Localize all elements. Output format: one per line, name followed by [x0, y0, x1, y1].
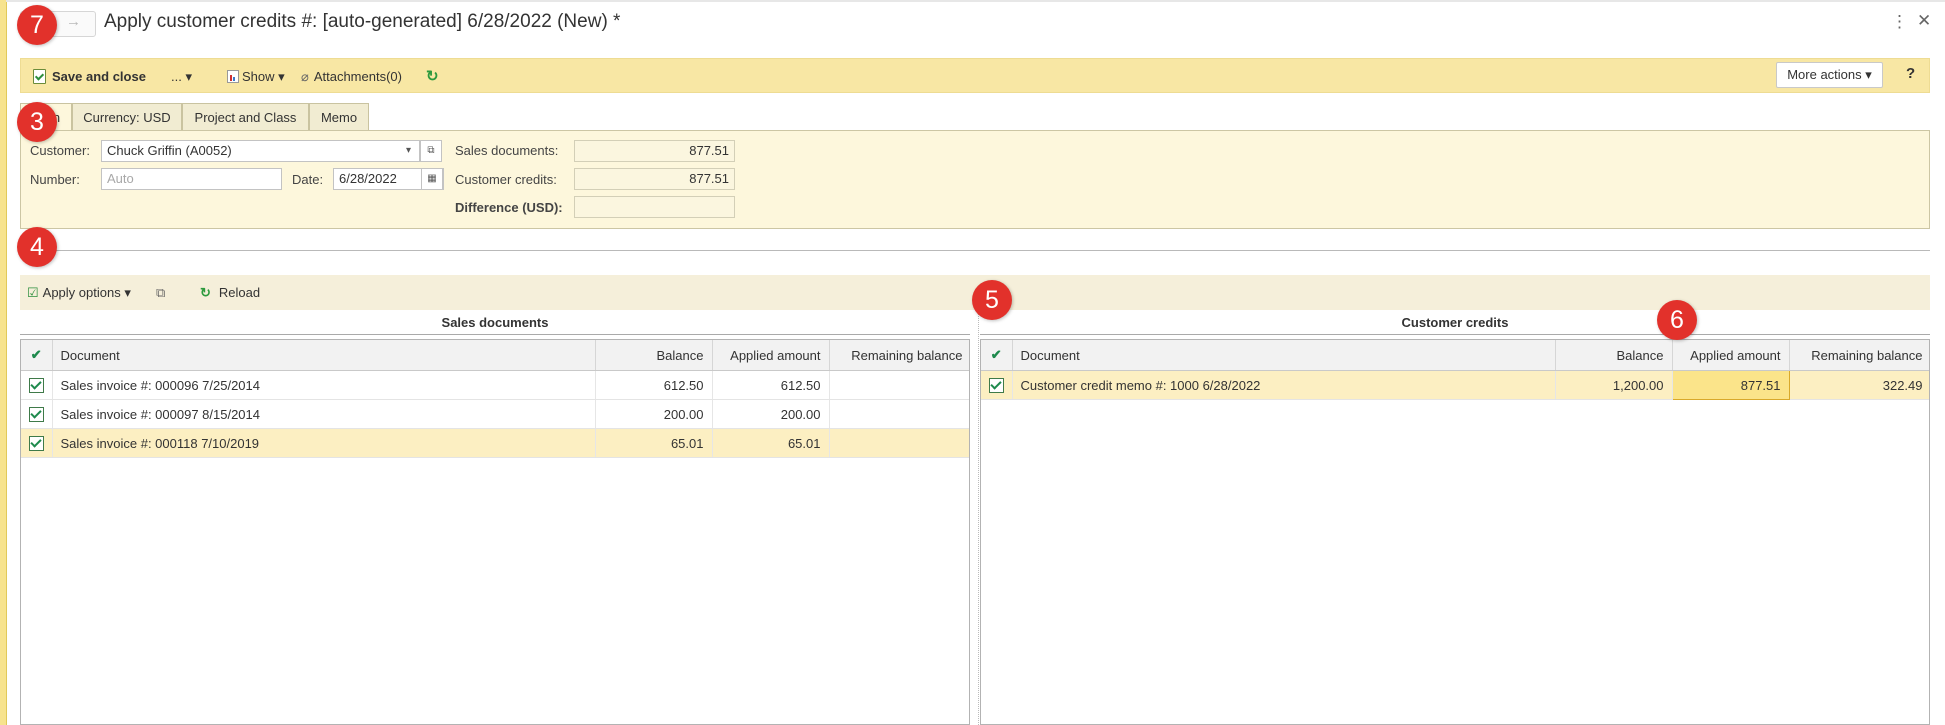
callout-badge-4: 4 — [17, 227, 57, 267]
show-label: Show ▾ — [242, 69, 285, 84]
check-icon: ✔ — [30, 347, 42, 362]
tab-memo[interactable]: Memo — [309, 103, 369, 130]
applied-amount-cell-editing[interactable]: 877.51 — [1671, 370, 1790, 400]
row-checkbox[interactable] — [21, 428, 53, 458]
difference-total — [574, 196, 735, 218]
callout-badge-3: 3 — [17, 102, 57, 142]
forward-arrow-icon[interactable]: → — [66, 13, 81, 30]
customer-credits-total: 877.51 — [574, 168, 735, 190]
balance-cell: 65.01 — [595, 428, 713, 458]
save-icon — [33, 69, 46, 84]
customer-label: Customer: — [30, 143, 90, 158]
checkbox-checked-icon — [29, 436, 44, 452]
row-checkbox[interactable] — [21, 399, 53, 429]
remaining-balance-cell — [829, 370, 969, 400]
callout-badge-7: 7 — [17, 5, 57, 45]
document-cell[interactable]: Sales invoice #: 000096 7/25/2014 — [52, 370, 596, 400]
table-row-selected[interactable]: Sales invoice #: 000118 7/10/2019 65.01 … — [21, 428, 969, 458]
row-checkbox[interactable] — [981, 370, 1013, 400]
row-checkbox[interactable] — [21, 370, 53, 400]
open-link-icon[interactable]: ⧉ — [420, 140, 442, 162]
checkbox-checked-icon — [29, 378, 44, 394]
applied-amount-cell[interactable]: 612.50 — [712, 370, 830, 400]
sales-documents-title: Sales documents — [20, 312, 970, 335]
save-and-close-button[interactable]: Save and close — [33, 59, 146, 94]
remaining-balance-cell: 322.49 — [1789, 370, 1929, 400]
applied-amount-cell[interactable]: 200.00 — [712, 399, 830, 429]
paperclip-icon: ⌀ — [301, 69, 309, 84]
select-all-header[interactable]: ✔ — [21, 340, 53, 371]
remaining-balance-cell — [829, 428, 969, 458]
balance-cell: 612.50 — [595, 370, 713, 400]
tab-currency[interactable]: Currency: USD — [72, 103, 182, 130]
applied-amount-cell[interactable]: 65.01 — [712, 428, 830, 458]
apply-options-label: Apply options ▾ — [42, 285, 131, 300]
customer-credits-total-label: Customer credits: — [455, 172, 557, 187]
column-header-applied-amount[interactable]: Applied amount — [1672, 340, 1790, 371]
column-header-remaining-balance[interactable]: Remaining balance — [1789, 340, 1929, 371]
column-header-balance[interactable]: Balance — [1555, 340, 1673, 371]
checkbox-checked-icon — [29, 407, 44, 423]
column-header-remaining-balance[interactable]: Remaining balance — [829, 340, 969, 371]
save-and-close-label: Save and close — [52, 69, 146, 84]
column-header-applied-amount[interactable]: Applied amount — [712, 340, 830, 371]
difference-label: Difference (USD): — [455, 200, 563, 215]
customer-credits-grid: ✔ Document Balance Applied amount Remain… — [980, 339, 1930, 725]
reload-button[interactable]: ↻ Reload — [200, 275, 260, 310]
refresh-icon[interactable]: ↻ — [426, 59, 439, 94]
show-button[interactable]: Show ▾ — [227, 59, 285, 94]
more-actions-button[interactable]: More actions ▾ — [1776, 62, 1883, 88]
table-row[interactable]: Sales invoice #: 000097 8/15/2014 200.00… — [21, 399, 969, 429]
remaining-balance-cell — [829, 399, 969, 429]
document-cell[interactable]: Sales invoice #: 000118 7/10/2019 — [52, 428, 596, 458]
more-commands-button[interactable]: ... ▾ — [171, 59, 192, 94]
copy-icon[interactable]: ⧉ — [156, 275, 165, 310]
reload-icon: ↻ — [200, 285, 211, 300]
apply-icon: ☑ — [27, 285, 39, 300]
table-row[interactable]: Sales invoice #: 000096 7/25/2014 612.50… — [21, 370, 969, 400]
date-label: Date: — [292, 172, 324, 187]
calendar-icon[interactable]: ▦ — [421, 168, 443, 190]
document-cell[interactable]: Customer credit memo #: 1000 6/28/2022 — [1012, 370, 1556, 400]
report-icon — [227, 70, 239, 83]
callout-badge-6: 6 — [1657, 300, 1697, 340]
callout-badge-5: 5 — [972, 280, 1012, 320]
column-header-document[interactable]: Document — [52, 340, 596, 371]
number-label: Number: — [30, 172, 80, 187]
tab-project-and-class[interactable]: Project and Class — [182, 103, 309, 130]
checkbox-checked-icon — [989, 378, 1004, 394]
number-input[interactable]: Auto — [101, 168, 282, 190]
column-header-balance[interactable]: Balance — [595, 340, 713, 371]
check-icon: ✔ — [990, 347, 1002, 362]
close-icon[interactable]: ✕ — [1917, 11, 1931, 31]
command-bar: Save and close ... ▾ Show ▾ ⌀ Attachments… — [20, 58, 1930, 93]
section-divider — [20, 250, 1930, 251]
pane-splitter[interactable] — [978, 312, 979, 725]
attachments-button[interactable]: ⌀ Attachments(0) — [301, 59, 402, 94]
sales-documents-grid: ✔ Document Balance Applied amount Remain… — [20, 339, 970, 725]
sales-documents-total-label: Sales documents: — [455, 143, 559, 158]
more-menu-icon[interactable]: ⋮ — [1891, 12, 1908, 32]
reload-label: Reload — [218, 285, 261, 300]
balance-cell: 1,200.00 — [1555, 370, 1673, 400]
left-accent-bar — [0, 0, 7, 725]
document-cell[interactable]: Sales invoice #: 000097 8/15/2014 — [52, 399, 596, 429]
table-row-selected[interactable]: Customer credit memo #: 1000 6/28/2022 1… — [981, 370, 1929, 400]
window-title: Apply customer credits #: [auto-generate… — [104, 11, 621, 32]
attachments-label: Attachments(0) — [313, 69, 402, 84]
help-button[interactable]: ? — [1906, 65, 1915, 82]
column-header-document[interactable]: Document — [1012, 340, 1556, 371]
balance-cell: 200.00 — [595, 399, 713, 429]
chevron-down-icon[interactable]: ▾ — [398, 140, 420, 162]
top-border — [6, 0, 1945, 2]
customer-credits-title: Customer credits — [980, 312, 1930, 335]
customer-input[interactable]: Chuck Griffin (A0052) — [101, 140, 420, 162]
apply-options-button[interactable]: ☑ Apply options ▾ — [27, 275, 131, 310]
sales-documents-total: 877.51 — [574, 140, 735, 162]
select-all-header[interactable]: ✔ — [981, 340, 1013, 371]
